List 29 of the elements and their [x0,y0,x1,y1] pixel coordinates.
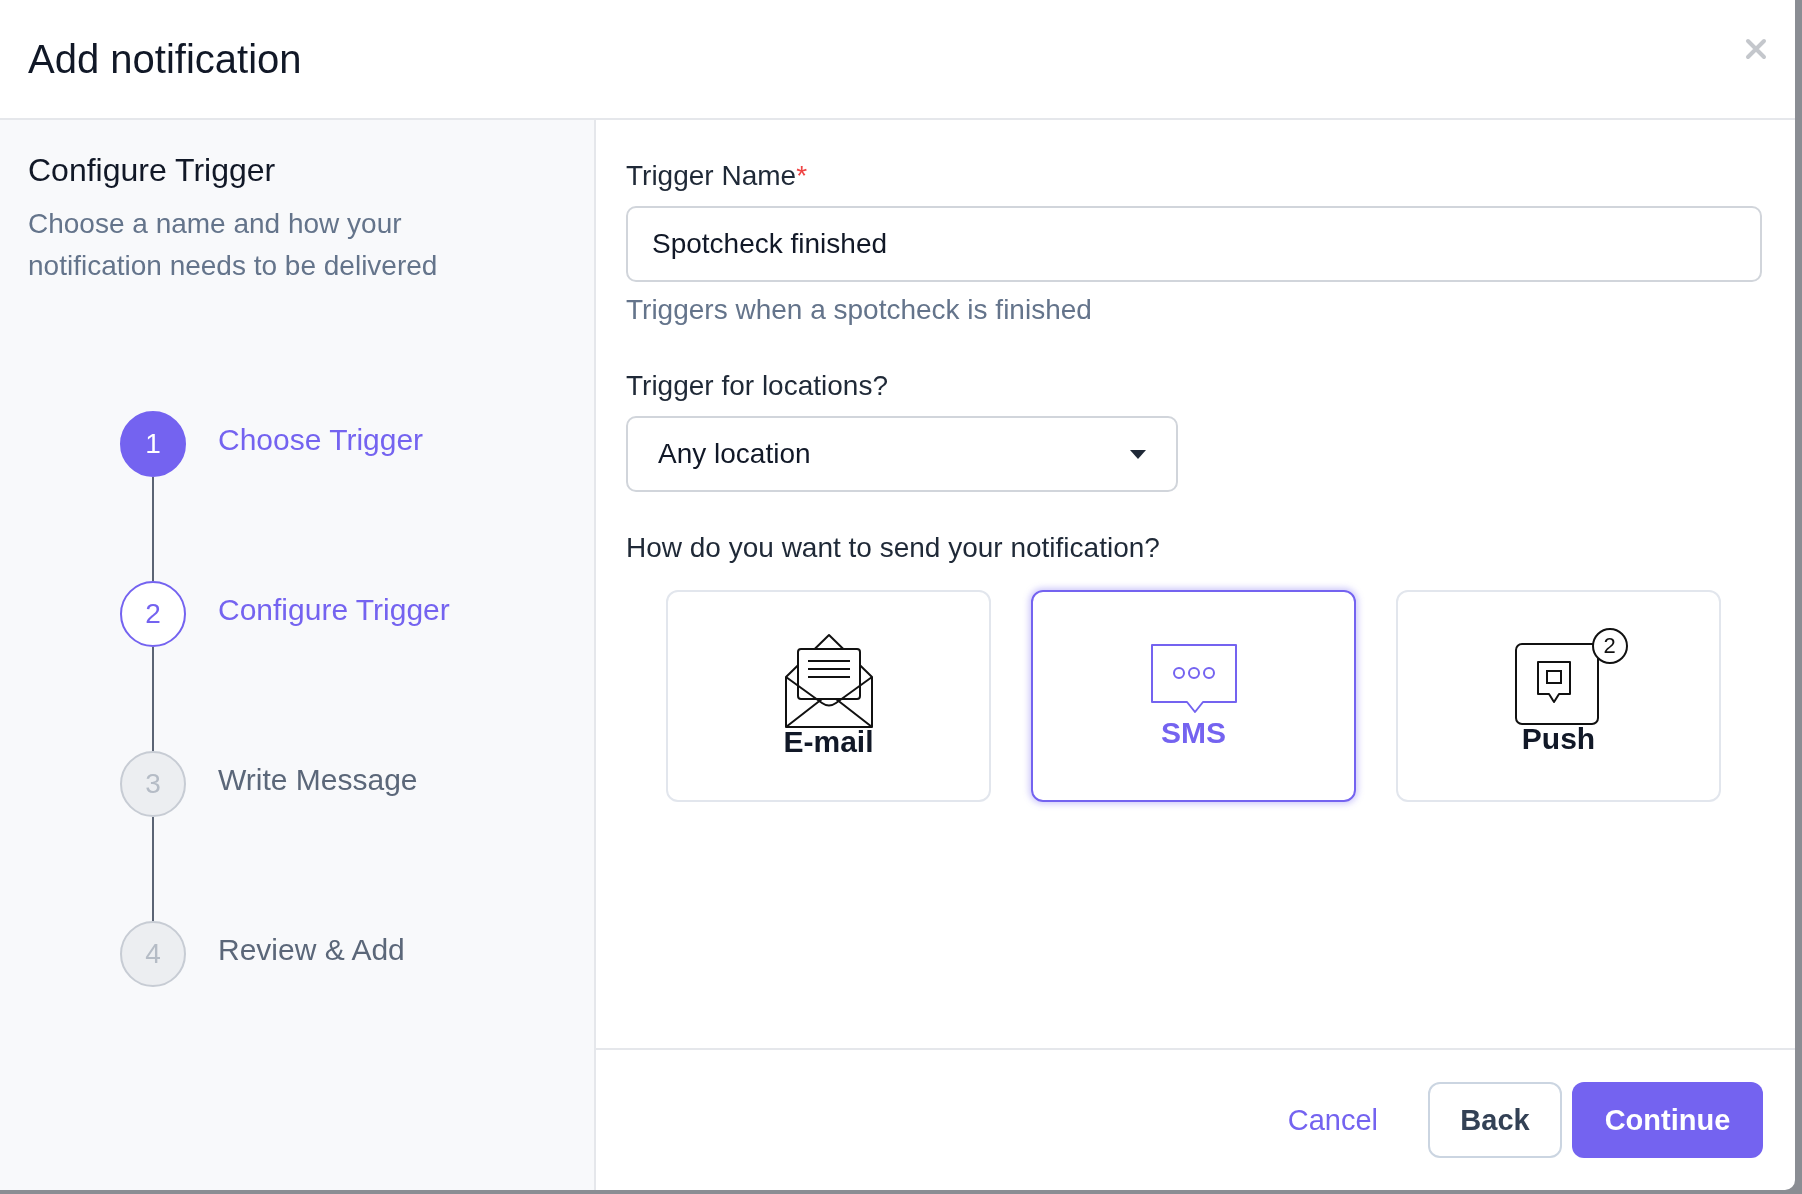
channel-option[interactable]: E-mail [666,590,991,802]
count-badge: 2 [1591,628,1628,664]
trigger-name-field[interactable]: Spotcheck finished [626,206,1762,282]
section-title: Configure Trigger [28,152,277,189]
step-label[interactable]: Configure Trigger [218,593,450,633]
channel-option[interactable]: 2 Push [1396,590,1721,802]
channel-option[interactable]: SMS [1031,590,1356,802]
field-hint: Triggers when a spotcheck is finished [626,294,1093,326]
envelope-icon [783,633,874,729]
step-number: 1 [120,411,186,477]
dialog-title: Add notification [28,36,302,82]
step-label[interactable]: Review & Add [218,933,405,973]
step-label[interactable]: Write Message [218,763,418,803]
location-dropdown[interactable]: Any location [626,416,1178,492]
field-label: Trigger Name* [626,160,809,192]
section-description: Choose a name and how your notification needs to be delivered [28,207,439,283]
field-label: Trigger for locations? [626,370,889,402]
back-button[interactable]: Back [1428,1082,1562,1158]
cancel-button[interactable]: Cancel [1247,1082,1418,1158]
option-label: E-mail [783,725,874,759]
required-mark: * [796,160,808,191]
continue-button[interactable]: Continue [1572,1082,1763,1158]
caret-icon [1130,449,1146,459]
step-label[interactable]: Choose Trigger [218,423,424,463]
step-number: 2 [120,581,186,647]
option-label: SMS [1161,716,1226,750]
field-label: How do you want to send your notification? [626,532,1161,564]
close-icon[interactable] [1745,38,1767,60]
option-label: Push [1521,722,1596,756]
